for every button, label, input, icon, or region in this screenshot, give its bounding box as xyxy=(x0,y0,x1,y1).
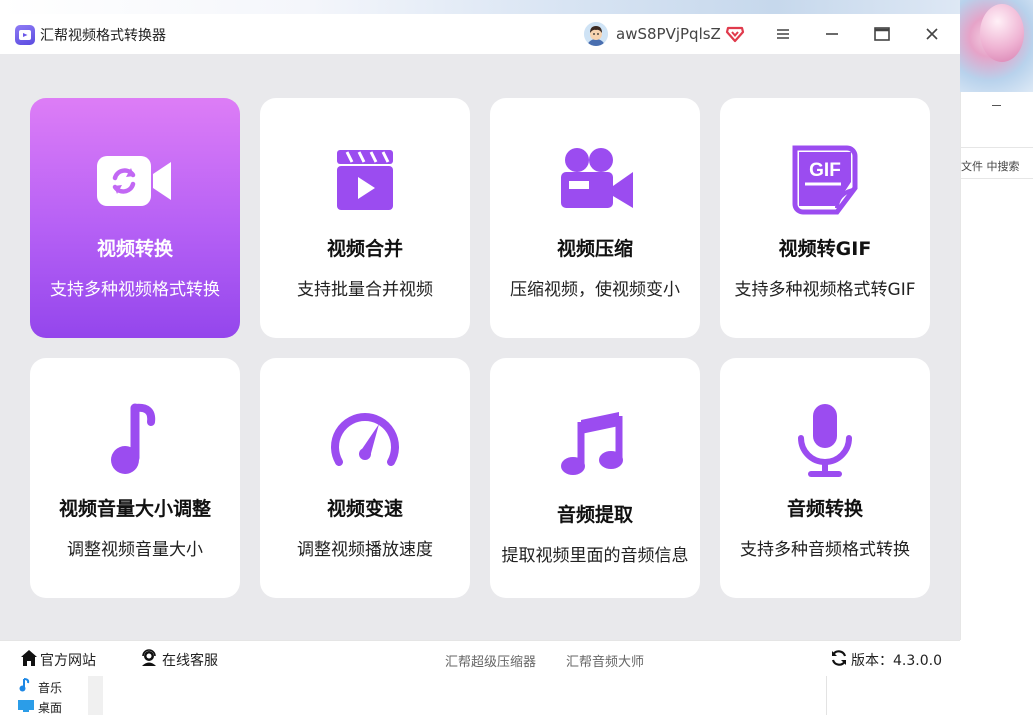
card-audio-convert[interactable]: 音频转换 支持多种音频格式转换 xyxy=(720,358,930,598)
minimize-dash-icon xyxy=(992,105,1001,106)
card-subtitle: 支持批量合并视频 xyxy=(297,280,433,300)
card-title: 音频提取 xyxy=(556,504,633,526)
vip-badge-icon[interactable] xyxy=(725,25,745,47)
card-video-convert[interactable]: 视频转换 支持多种视频格式转换 xyxy=(30,98,240,338)
double-music-note-icon xyxy=(555,406,635,486)
background-search-text: 文件 中搜索 xyxy=(961,160,1020,173)
card-title: 音频转换 xyxy=(786,498,863,520)
desktop-wallpaper xyxy=(960,0,1033,92)
card-subtitle: 支持多种视频格式转换 xyxy=(50,280,220,300)
app-title: 汇帮视频格式转换器 xyxy=(40,28,166,44)
card-video-compress[interactable]: 视频压缩 压缩视频，使视频变小 xyxy=(490,98,700,338)
card-video-speed[interactable]: 视频变速 调整视频播放速度 xyxy=(260,358,470,598)
menu-button[interactable] xyxy=(771,22,795,46)
official-site-link[interactable]: 官方网站 xyxy=(40,650,96,670)
desktop-background xyxy=(0,0,1033,14)
music-note-icon xyxy=(95,402,175,482)
card-title: 视频转换 xyxy=(96,238,173,260)
super-compressor-link[interactable]: 汇帮超级压缩器 xyxy=(445,651,536,670)
gif-file-icon: GIF xyxy=(785,142,865,222)
gif-label: GIF xyxy=(809,160,841,181)
avatar[interactable] xyxy=(584,22,608,46)
clapperboard-icon xyxy=(325,142,405,222)
customer-service-icon[interactable] xyxy=(140,649,158,671)
card-title: 视频音量大小调整 xyxy=(58,498,211,520)
explorer-item-music[interactable]: 音乐 xyxy=(18,678,62,696)
music-folder-icon xyxy=(18,678,34,695)
version-label: 版本：4.3.0.0 xyxy=(851,653,942,669)
card-subtitle: 调整视频播放速度 xyxy=(297,540,433,560)
card-subtitle: 调整视频音量大小 xyxy=(67,540,203,560)
explorer-scrollbar[interactable] xyxy=(88,676,103,715)
minimize-button[interactable] xyxy=(820,22,844,46)
maximize-button[interactable] xyxy=(870,22,894,46)
footer-bar: 官方网站 在线客服 汇帮超级压缩器 汇帮音频大师 版本：4.3.0.0 xyxy=(0,640,960,677)
card-subtitle: 压缩视频，使视频变小 xyxy=(510,280,680,300)
app-logo-icon xyxy=(15,25,35,45)
card-subtitle: 支持多种视频格式转GIF xyxy=(734,280,916,300)
card-video-to-gif[interactable]: GIF 视频转GIF 支持多种视频格式转GIF xyxy=(720,98,930,338)
card-title: 视频合并 xyxy=(326,238,403,260)
speedometer-icon xyxy=(325,402,405,482)
online-service-link[interactable]: 在线客服 xyxy=(162,650,218,670)
home-icon[interactable] xyxy=(20,649,38,671)
video-camera-icon xyxy=(555,142,635,222)
background-window-panel: 文件 中搜索 xyxy=(960,92,1033,640)
video-convert-icon xyxy=(95,142,175,222)
refresh-icon[interactable] xyxy=(830,649,848,671)
card-subtitle: 提取视频里面的音频信息 xyxy=(501,546,689,566)
background-explorer: 音乐 桌面 xyxy=(0,676,1033,715)
audio-master-link[interactable]: 汇帮音频大师 xyxy=(566,651,644,670)
username[interactable]: awS8PVjPqlsZ xyxy=(616,25,721,43)
desktop-folder-icon xyxy=(18,700,34,715)
card-title: 视频变速 xyxy=(326,498,403,520)
card-audio-extract[interactable]: 音频提取 提取视频里面的音频信息 xyxy=(490,358,700,598)
card-title: 视频压缩 xyxy=(556,238,633,260)
microphone-icon xyxy=(785,402,865,482)
card-subtitle: 支持多种音频格式转换 xyxy=(740,540,910,560)
card-volume-adjust[interactable]: 视频音量大小调整 调整视频音量大小 xyxy=(30,358,240,598)
app-window: 汇帮视频格式转换器 awS8PVjPqlsZ 视频转换 支持多种视频格式转换 视… xyxy=(0,14,960,640)
card-title: 视频转GIF xyxy=(778,238,872,260)
title-bar: 汇帮视频格式转换器 awS8PVjPqlsZ xyxy=(0,14,960,54)
explorer-item-desktop[interactable]: 桌面 xyxy=(18,699,62,716)
card-video-merge[interactable]: 视频合并 支持批量合并视频 xyxy=(260,98,470,338)
close-button[interactable] xyxy=(920,22,944,46)
